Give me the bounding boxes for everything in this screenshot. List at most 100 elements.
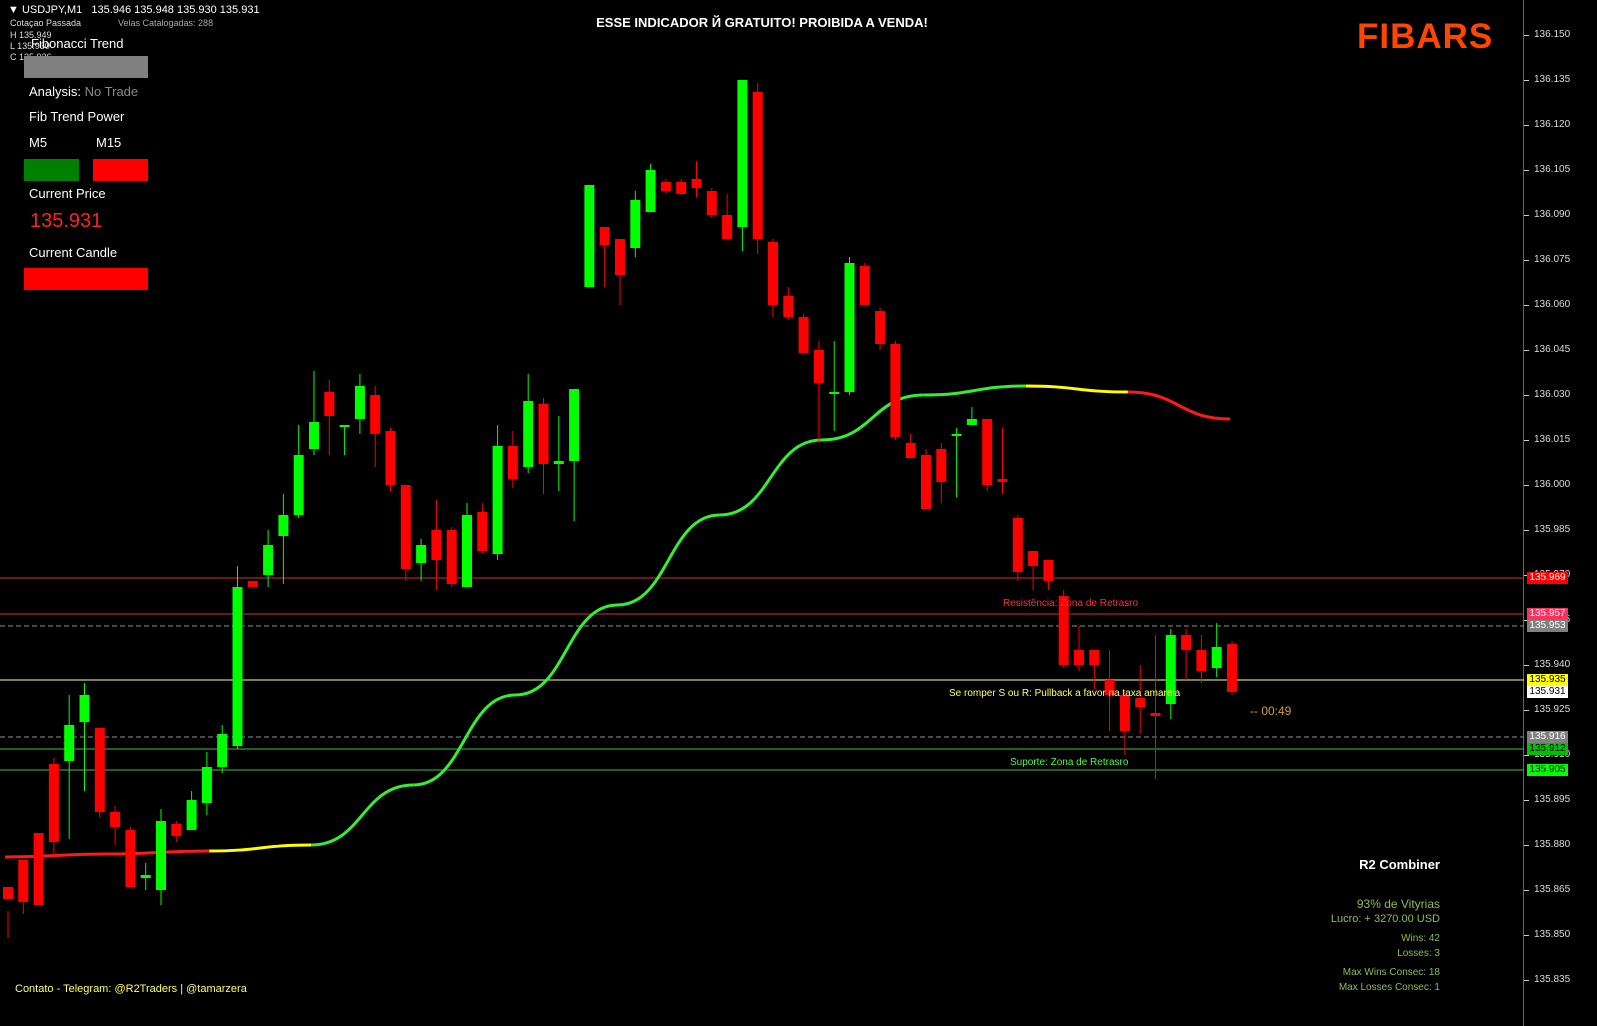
m5-power-box <box>24 159 79 181</box>
candle-body <box>997 479 1008 482</box>
stats-profit: Lucro: + 3270.00 USD <box>1330 913 1440 925</box>
axis-tick-mark <box>1524 845 1529 846</box>
trend-curve-segment <box>1127 390 1231 421</box>
candle-body <box>859 266 870 305</box>
candle-body <box>385 431 396 485</box>
analysis-label: Analysis: <box>29 84 82 99</box>
axis-tick-mark <box>1524 800 1529 801</box>
trend-curve-segment <box>413 693 516 787</box>
candle-body <box>660 182 671 191</box>
candle-body <box>966 419 977 425</box>
candle-body <box>921 455 931 509</box>
resistance-label: Resistência: Zona de Retrasro <box>1003 598 1139 609</box>
m15-label: M15 <box>96 135 122 150</box>
candle-body <box>905 443 916 458</box>
candle-body <box>890 344 901 437</box>
axis-tick-mark <box>1524 350 1529 351</box>
axis-tick-label: 136.000 <box>1534 479 1571 490</box>
axis-tick-label: 136.060 <box>1534 299 1571 310</box>
candle-body <box>538 404 549 464</box>
price-level-tag: 135.912 <box>1527 743 1568 755</box>
candle-body <box>783 296 794 317</box>
candle-body <box>630 200 641 248</box>
stats-losses: Losses: 3 <box>1397 948 1440 959</box>
axis-tick-label: 136.090 <box>1534 209 1571 220</box>
candle-body <box>232 587 243 746</box>
price-level-tag: 135.957 <box>1527 608 1568 620</box>
axis-tick-mark <box>1524 935 1529 936</box>
candle-body <box>615 239 625 275</box>
price-chart[interactable] <box>0 0 1524 1026</box>
price-axis[interactable]: 136.150 136.135 136.120 136.105 136.090 136.0… <box>1524 0 1597 1026</box>
power-label: Fib Trend Power <box>29 109 125 124</box>
trend-curve-segment <box>719 438 822 517</box>
candle-body <box>1196 650 1207 671</box>
candle-body <box>431 530 442 560</box>
axis-tick-mark <box>1524 35 1529 36</box>
candle-body <box>752 92 763 239</box>
candle-body <box>446 530 457 584</box>
candle-body <box>1074 650 1084 665</box>
candle-body <box>156 821 166 890</box>
candle-body <box>1227 644 1237 692</box>
fibars-logo: FIBARS <box>1357 17 1494 56</box>
axis-tick-label: 135.850 <box>1534 929 1571 940</box>
axis-tick-mark <box>1524 440 1529 441</box>
candle-body <box>462 515 472 587</box>
candle-body <box>1211 647 1222 668</box>
chart-area[interactable]: ▼ USDJPY,M1 135.946 135.948 135.930 135.… <box>0 0 1524 1026</box>
telegram-contact: Contato - Telegram: @R2Traders | @tamarz… <box>15 983 247 995</box>
candle-body <box>171 824 182 836</box>
stats-win-rate: 93% de Vityrias <box>1356 897 1440 911</box>
candle-body <box>1181 635 1192 650</box>
axis-tick-mark <box>1524 710 1529 711</box>
trend-curve-segment <box>311 783 414 847</box>
axis-tick-label: 136.045 <box>1534 344 1571 355</box>
axis-tick-mark <box>1524 980 1529 981</box>
candle-body <box>263 545 274 575</box>
candle-body <box>1119 695 1130 731</box>
current-candle-label: Current Candle <box>29 245 118 260</box>
headline: ESSE INDICADOR Й GRATUITO! PROIBIDA A VE… <box>596 15 928 30</box>
axis-tick-label: 135.985 <box>1534 524 1571 535</box>
candle-body <box>1043 560 1054 581</box>
trend-curve-segment <box>515 603 618 697</box>
axis-tick-label: 136.075 <box>1534 254 1571 265</box>
candle-body <box>370 395 381 434</box>
candle-body <box>201 767 212 803</box>
axis-tick-label: 135.925 <box>1534 704 1571 715</box>
candle-body <box>400 485 411 569</box>
candle-body <box>33 833 44 905</box>
stats-max-wins: Max Wins Consec: 18 <box>1342 967 1440 978</box>
axis-tick-mark <box>1524 890 1529 891</box>
candle-body <box>691 179 702 188</box>
candle-body <box>324 392 335 416</box>
candle-body <box>722 215 733 239</box>
m15-power-box <box>93 159 148 181</box>
candle-body <box>844 263 855 392</box>
axis-tick-mark <box>1524 215 1529 216</box>
candle-body <box>584 185 595 287</box>
axis-tick-mark <box>1524 755 1529 756</box>
candle-body <box>645 170 656 212</box>
candle-body <box>875 311 886 344</box>
current-candle-box <box>24 268 148 290</box>
axis-tick-label: 135.865 <box>1534 884 1571 895</box>
price-level-tag: 135.905 <box>1527 764 1568 776</box>
trend-curve-segment <box>617 513 720 607</box>
candle-body <box>1135 698 1146 707</box>
candle-body <box>507 446 518 479</box>
price-level-tag: 135.969 <box>1527 572 1568 584</box>
axis-tick-label: 136.105 <box>1534 164 1571 175</box>
trend-curve-segment <box>209 843 312 853</box>
candle-body <box>247 581 258 587</box>
candle-body <box>936 449 947 482</box>
candle-body <box>1012 518 1023 572</box>
trend-curve-segment <box>1025 384 1128 394</box>
candle-body <box>79 695 90 722</box>
trend-curve-segment <box>4 852 108 859</box>
candle-body <box>982 419 993 485</box>
axis-tick-mark <box>1524 80 1529 81</box>
axis-tick-label: 135.835 <box>1534 974 1571 985</box>
stats-title: R2 Combiner <box>1359 857 1440 872</box>
